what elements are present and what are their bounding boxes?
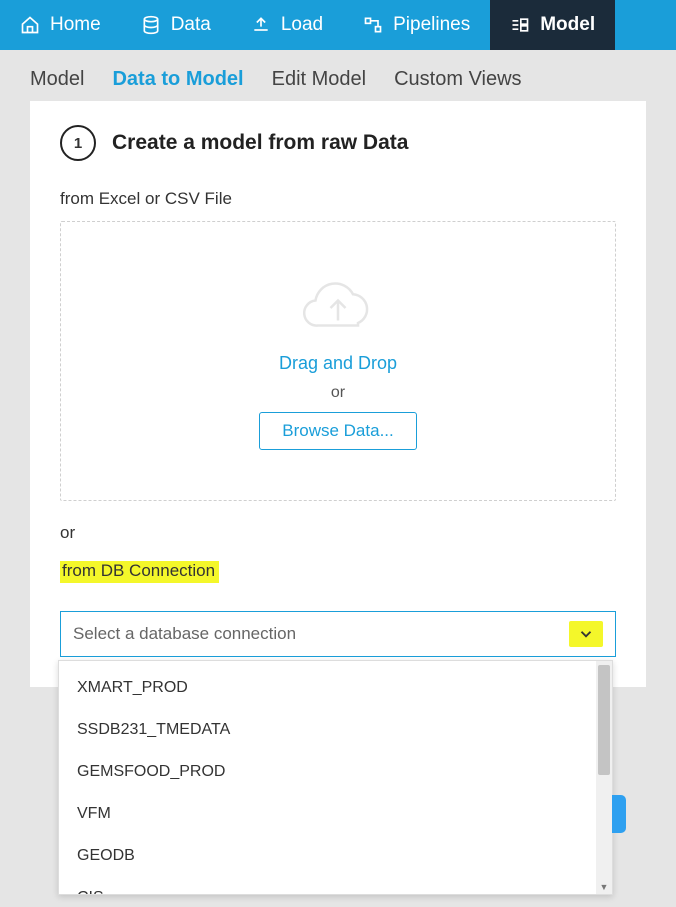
nav-label: Pipelines bbox=[393, 14, 470, 36]
pipeline-icon bbox=[363, 15, 383, 35]
nav-load[interactable]: Load bbox=[231, 0, 343, 50]
db-option[interactable]: GEMSFOOD_PROD bbox=[59, 751, 596, 793]
top-nav: Home Data Load Pipelines Model bbox=[0, 0, 676, 50]
file-section-label: from Excel or CSV File bbox=[60, 189, 616, 209]
db-option[interactable]: VFM bbox=[59, 793, 596, 835]
tab-model[interactable]: Model bbox=[30, 68, 84, 91]
tab-custom-views[interactable]: Custom Views bbox=[394, 68, 521, 91]
dropdown-scrollbar[interactable]: ▲ ▼ bbox=[596, 661, 612, 894]
step-title: Create a model from raw Data bbox=[112, 131, 408, 155]
upload-icon bbox=[251, 15, 271, 35]
step-number-badge: 1 bbox=[60, 125, 96, 161]
home-icon bbox=[20, 15, 40, 35]
chevron-down-icon[interactable] bbox=[569, 621, 603, 647]
tab-data-to-model[interactable]: Data to Model bbox=[112, 68, 243, 91]
nav-label: Load bbox=[281, 14, 323, 36]
db-section-label-wrap: from DB Connection bbox=[60, 561, 616, 595]
database-icon bbox=[141, 15, 161, 35]
hidden-primary-button[interactable] bbox=[612, 795, 626, 833]
browse-data-button[interactable]: Browse Data... bbox=[259, 412, 417, 450]
drag-drop-text[interactable]: Drag and Drop bbox=[279, 353, 397, 374]
db-option[interactable]: SSDB231_TMEDATA bbox=[59, 709, 596, 751]
db-section-label: from DB Connection bbox=[60, 561, 219, 583]
nav-data[interactable]: Data bbox=[121, 0, 231, 50]
db-select-placeholder: Select a database connection bbox=[73, 624, 296, 644]
or-separator: or bbox=[60, 523, 616, 543]
cloud-upload-icon bbox=[298, 273, 378, 343]
db-option[interactable]: CIS bbox=[59, 877, 596, 894]
dropzone-or-text: or bbox=[331, 384, 345, 402]
model-icon bbox=[510, 15, 530, 35]
sub-tabs: Model Data to Model Edit Model Custom Vi… bbox=[0, 50, 676, 101]
db-connection-select[interactable]: Select a database connection bbox=[60, 611, 616, 657]
scroll-thumb[interactable] bbox=[598, 665, 610, 775]
nav-label: Data bbox=[171, 14, 211, 36]
file-dropzone[interactable]: Drag and Drop or Browse Data... bbox=[60, 221, 616, 501]
nav-model[interactable]: Model bbox=[490, 0, 615, 50]
nav-label: Home bbox=[50, 14, 101, 36]
scroll-down-arrow-icon[interactable]: ▼ bbox=[596, 880, 612, 894]
step-header: 1 Create a model from raw Data bbox=[60, 125, 616, 161]
tab-edit-model[interactable]: Edit Model bbox=[272, 68, 367, 91]
dropdown-list: XMART_PROD SSDB231_TMEDATA GEMSFOOD_PROD… bbox=[59, 661, 596, 894]
nav-label: Model bbox=[540, 14, 595, 36]
content-card: 1 Create a model from raw Data from Exce… bbox=[30, 101, 646, 687]
db-option[interactable]: XMART_PROD bbox=[59, 667, 596, 709]
nav-home[interactable]: Home bbox=[0, 0, 121, 50]
db-option[interactable]: GEODB bbox=[59, 835, 596, 877]
db-connection-dropdown: XMART_PROD SSDB231_TMEDATA GEMSFOOD_PROD… bbox=[58, 660, 613, 895]
nav-pipelines[interactable]: Pipelines bbox=[343, 0, 490, 50]
